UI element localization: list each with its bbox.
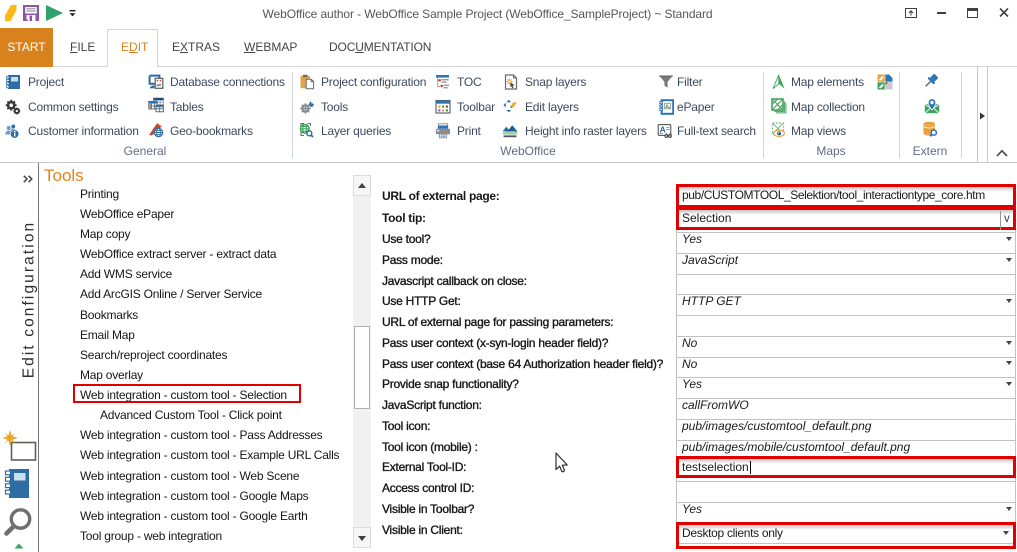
- svg-text:A: A: [660, 124, 666, 134]
